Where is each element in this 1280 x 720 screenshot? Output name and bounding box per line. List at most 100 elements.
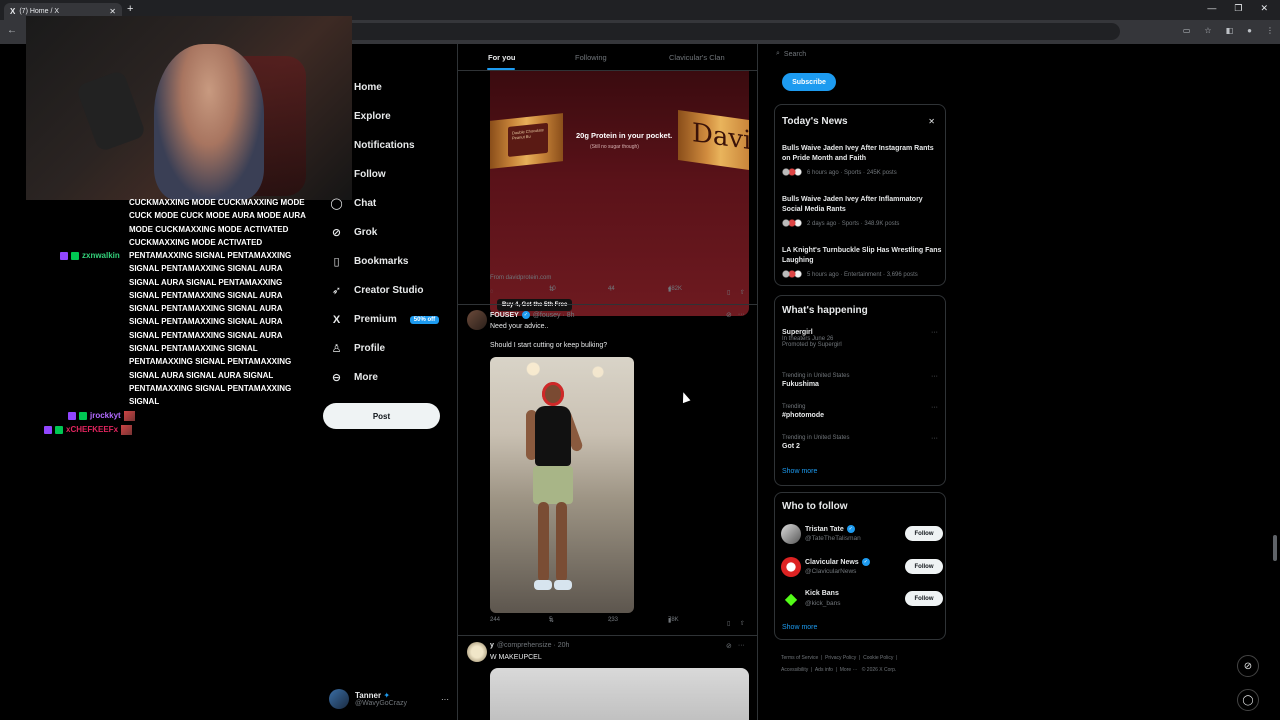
- chat-username-row: xCHEFKEEFx: [44, 423, 133, 436]
- nav-follow[interactable]: Follow: [330, 168, 386, 181]
- restore-icon[interactable]: ❐: [1234, 3, 1242, 14]
- verified-badge-icon: [79, 411, 87, 420]
- whats-happening-panel: What's happening Supergirl In theaters J…: [774, 295, 946, 486]
- more-icon[interactable]: ···: [931, 404, 938, 411]
- tab-close-icon[interactable]: ✕: [109, 7, 116, 16]
- nav-label: Home: [354, 82, 382, 93]
- panel-title: Today's News: [782, 116, 848, 127]
- footer-link[interactable]: Privacy Policy: [825, 655, 856, 661]
- nav-notifications[interactable]: Notifications: [330, 139, 415, 152]
- trend-name: Fukushima: [782, 381, 819, 388]
- nav-creator-studio[interactable]: ➶ Creator Studio: [330, 284, 424, 297]
- more-icon[interactable]: ···: [441, 695, 449, 704]
- ad-cta-label[interactable]: Buy 4, Get the 5th Free: [497, 299, 573, 311]
- nav-profile[interactable]: ♙ Profile: [330, 342, 386, 355]
- avatar[interactable]: [467, 642, 487, 662]
- follow-suggestion[interactable]: Clavicular News ✓ @ClavicularNews Follow: [781, 556, 943, 580]
- account-switcher[interactable]: Tanner ✦ @WavyGoCrazy ···: [329, 687, 449, 711]
- bookmark-star-icon[interactable]: ☆: [1204, 26, 1211, 35]
- more-icon[interactable]: ···: [931, 329, 938, 336]
- follow-button[interactable]: Follow: [905, 559, 943, 574]
- nav-label: Chat: [354, 198, 377, 209]
- tweet-photo[interactable]: [490, 668, 749, 720]
- footer-link[interactable]: Accessibility: [781, 667, 808, 673]
- extensions-icon[interactable]: ◧: [1226, 26, 1234, 35]
- reply-icon[interactable]: ◌: [490, 289, 494, 295]
- tab-clavicular-clan[interactable]: Clavicular's Clan: [669, 53, 725, 62]
- follow-button[interactable]: Follow: [905, 591, 943, 606]
- streamer-image: [154, 44, 264, 200]
- tweet-tools: ⊘ ···: [726, 642, 745, 650]
- url-input[interactable]: [330, 23, 1120, 40]
- more-circle-icon: ⊖: [331, 372, 342, 384]
- more-icon[interactable]: ···: [931, 373, 938, 380]
- scrollbar[interactable]: [1273, 535, 1277, 561]
- trend-item[interactable]: Trending in United States Got 2 ···: [782, 435, 942, 450]
- search-input[interactable]: ⌕ Search: [776, 50, 806, 58]
- news-title: LA Knight's Turnbuckle Slip Has Wrestlin…: [782, 247, 942, 264]
- share-icon[interactable]: ⇧: [740, 289, 745, 296]
- author-name[interactable]: y: [490, 642, 494, 649]
- menu-icon[interactable]: ⋮: [1266, 26, 1274, 35]
- tab-for-you[interactable]: For you: [488, 53, 516, 62]
- chat-line: CUCK MODE CUCK MODE AURA MODE AURA: [129, 211, 306, 221]
- back-icon[interactable]: ←: [7, 25, 17, 36]
- retweet-count: 10: [549, 286, 556, 292]
- window-close-icon[interactable]: ✕: [1260, 3, 1268, 14]
- avatar-stack: [782, 219, 804, 228]
- more-icon[interactable]: ···: [738, 311, 745, 319]
- author-handle[interactable]: @fousey · 8h: [533, 312, 575, 319]
- tweet-tools: ⊘ ···: [726, 311, 745, 319]
- minimize-icon[interactable]: —: [1207, 3, 1216, 14]
- share-icon[interactable]: ⇧: [740, 620, 745, 627]
- footer-link[interactable]: Terms of Service: [781, 655, 818, 661]
- footer-link[interactable]: Ads info: [815, 667, 833, 673]
- footer-link[interactable]: More ···: [840, 667, 858, 673]
- trend-item[interactable]: Supergirl In theaters June 26 Promoted b…: [782, 329, 942, 348]
- author-handle[interactable]: @comprehensize · 20h: [497, 642, 569, 649]
- footer-link[interactable]: Cookie Policy: [863, 655, 893, 661]
- avatar[interactable]: [467, 310, 487, 330]
- ad-source[interactable]: From davidprotein.com: [490, 275, 551, 281]
- suggestion-name: Clavicular News ✓: [805, 558, 870, 566]
- more-icon[interactable]: ···: [738, 642, 745, 650]
- messages-float-icon[interactable]: ◯: [1237, 689, 1259, 711]
- nav-chat[interactable]: ◯ Chat: [330, 197, 376, 210]
- follow-suggestion[interactable]: Tristan Tate ✓ @TateTheTalisman Follow: [781, 523, 943, 547]
- news-item[interactable]: Bulls Waive Jaden Ivey After Inflammator…: [782, 195, 942, 228]
- tab-following[interactable]: Following: [575, 53, 607, 62]
- tweet-photo[interactable]: [490, 357, 634, 613]
- new-tab-icon[interactable]: +: [127, 3, 133, 15]
- profile-icon[interactable]: ●: [1247, 26, 1252, 35]
- more-icon[interactable]: ···: [931, 435, 938, 442]
- nav-premium[interactable]: X Premium 50% off: [330, 313, 440, 326]
- post-button[interactable]: Post: [323, 403, 440, 429]
- nav-grok[interactable]: ⊘ Grok: [330, 226, 377, 239]
- bookmark-icon[interactable]: ▯: [727, 620, 730, 627]
- nav-more[interactable]: ⊖ More: [330, 371, 378, 384]
- home-icon: [330, 81, 343, 94]
- grok-icon[interactable]: ⊘: [726, 642, 732, 650]
- bookmark-icon[interactable]: ▯: [727, 289, 730, 296]
- subscribe-button[interactable]: Subscribe: [782, 73, 836, 91]
- follow-suggestion[interactable]: ◆ Kick Bans @kick_bans Follow: [781, 588, 943, 612]
- news-meta: 2 days ago · Sports · 348.9K posts: [782, 219, 942, 228]
- trend-item[interactable]: Trending in United States Fukushima ···: [782, 373, 942, 388]
- nav-bookmarks[interactable]: ▯ Bookmarks: [330, 255, 408, 268]
- chat-username-row: zxnwalkin: [60, 249, 120, 262]
- news-item[interactable]: Bulls Waive Jaden Ivey After Instagram R…: [782, 144, 942, 177]
- tweet-actions: ◌ ⇅ 10 ♡ 44 ▮ 482K ▯ ⇧: [490, 286, 750, 299]
- nav-home[interactable]: Home: [330, 81, 382, 94]
- person-add-icon: [330, 168, 343, 181]
- news-item[interactable]: LA Knight's Turnbuckle Slip Has Wrestlin…: [782, 246, 942, 279]
- grok-icon[interactable]: ⊘: [726, 311, 732, 319]
- trend-item[interactable]: Trending #photomode ···: [782, 404, 942, 419]
- cast-icon[interactable]: ▭: [1183, 26, 1191, 35]
- nav-explore[interactable]: Explore: [330, 110, 391, 123]
- grok-float-icon[interactable]: ⊘: [1237, 655, 1259, 677]
- author-name[interactable]: FOUSEY: [490, 312, 519, 319]
- show-more-link[interactable]: Show more: [782, 624, 817, 631]
- show-more-link[interactable]: Show more: [782, 468, 817, 475]
- close-icon[interactable]: ✕: [928, 117, 935, 126]
- follow-button[interactable]: Follow: [905, 526, 943, 541]
